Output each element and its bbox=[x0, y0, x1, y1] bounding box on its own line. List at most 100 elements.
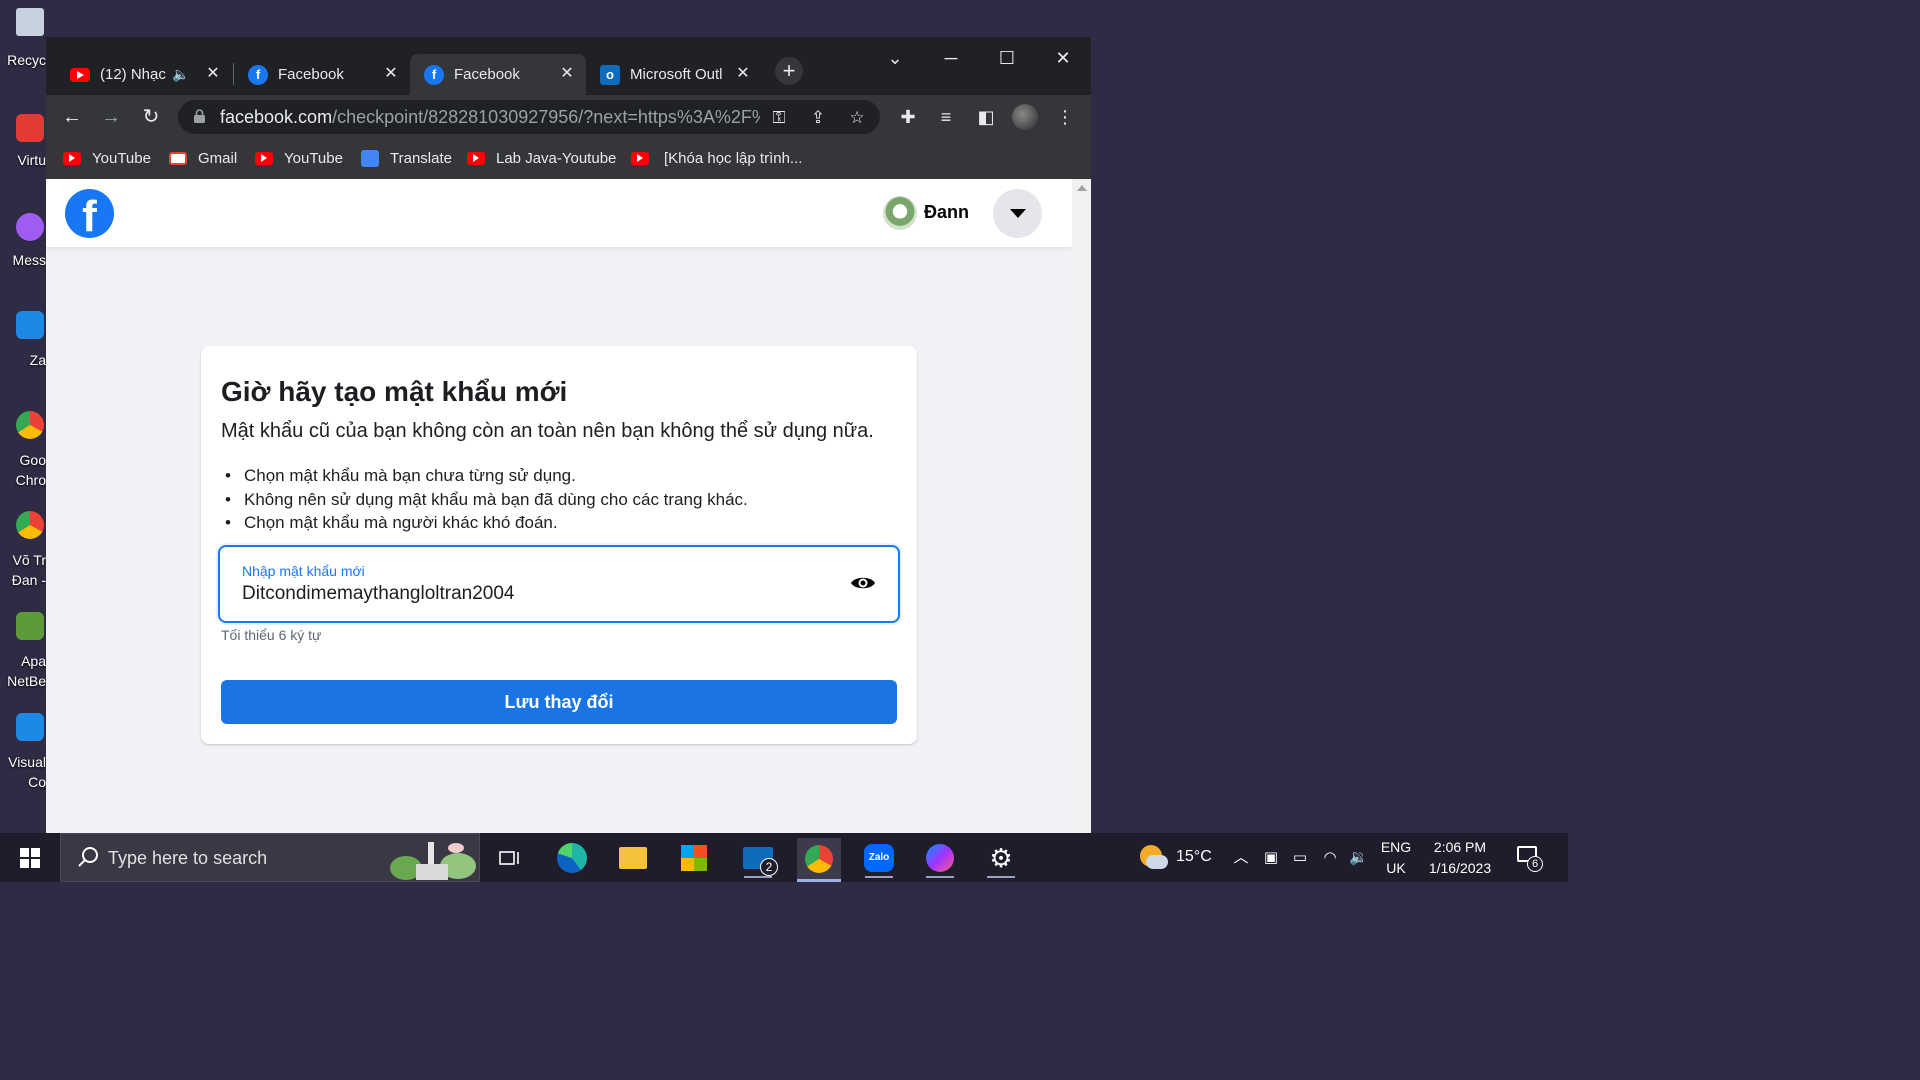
desktop-icon-recycle-bin[interactable]: Recyc bbox=[0, 4, 46, 74]
settings-gear-icon[interactable]: ⚙ bbox=[979, 838, 1023, 878]
password-hint: Tối thiểu 6 ký tự bbox=[221, 627, 322, 643]
running-indicator bbox=[987, 876, 1015, 878]
bookmark-lab-java[interactable]: Lab Java-Youtube bbox=[467, 147, 616, 169]
audio-icon[interactable]: 🔈 bbox=[172, 66, 189, 83]
youtube-icon bbox=[63, 151, 81, 165]
close-icon[interactable]: ✕ bbox=[734, 65, 752, 83]
share-icon[interactable]: ⇪ bbox=[805, 105, 831, 131]
bookmark-youtube-2[interactable]: YouTube bbox=[255, 147, 343, 169]
show-hidden-icons-chevron-icon[interactable]: ︿ bbox=[1232, 849, 1250, 867]
task-view-icon[interactable] bbox=[488, 838, 532, 878]
facebook-icon: f bbox=[248, 64, 268, 85]
address-bar[interactable]: facebook.com/checkpoint/828281030927956/… bbox=[178, 100, 880, 134]
desktop-icon-netbeans[interactable]: Apa NetBe bbox=[0, 606, 46, 696]
new-password-card: Giờ hãy tạo mật khẩu mới Mật khẩu cũ của… bbox=[201, 346, 917, 744]
bookmark-gmail[interactable]: Gmail bbox=[169, 147, 237, 169]
chrome-icon bbox=[16, 411, 44, 439]
close-icon[interactable]: ✕ bbox=[204, 65, 222, 83]
chrome-taskbar-icon[interactable] bbox=[797, 838, 841, 882]
media-control-icon[interactable]: ≡ bbox=[932, 103, 960, 131]
forward-icon[interactable]: → bbox=[97, 103, 125, 131]
tab-title: (12) Nhạc C bbox=[100, 66, 166, 83]
star-icon[interactable]: ☆ bbox=[844, 105, 870, 131]
more-menu-icon[interactable]: ⋮ bbox=[1051, 103, 1079, 131]
file-explorer-icon[interactable] bbox=[611, 838, 655, 878]
back-icon[interactable]: ← bbox=[58, 103, 86, 131]
tab-facebook-1[interactable]: f Facebook ✕ bbox=[234, 54, 410, 95]
wifi-icon[interactable]: ◠ bbox=[1321, 849, 1339, 867]
desktop-icon-label: Goo bbox=[19, 452, 46, 468]
key-icon[interactable]: ⚿ bbox=[766, 105, 792, 131]
battery-icon[interactable]: ▭ bbox=[1291, 849, 1309, 867]
extensions-icon[interactable]: ✚ bbox=[894, 103, 922, 131]
running-indicator bbox=[926, 876, 954, 878]
running-indicator bbox=[744, 876, 772, 878]
messenger-icon bbox=[16, 213, 44, 241]
maximize-button[interactable]: ☐ bbox=[987, 43, 1027, 73]
weather-temp[interactable]: 15°C bbox=[1176, 848, 1212, 866]
side-panel-icon[interactable]: ◧ bbox=[972, 103, 1000, 131]
meet-now-icon[interactable]: ▣ bbox=[1262, 849, 1280, 867]
zalo-taskbar-icon[interactable]: Zalo bbox=[857, 838, 901, 878]
desktop-icon-label: Visual bbox=[8, 754, 46, 770]
microsoft-store-icon[interactable] bbox=[672, 838, 716, 878]
desktop-icon-chrome-profile[interactable]: Võ Tr Đan - bbox=[0, 505, 46, 595]
zalo-icon bbox=[16, 311, 44, 339]
profile-avatar[interactable] bbox=[1012, 104, 1038, 130]
show-password-eye-icon[interactable] bbox=[850, 573, 876, 593]
edge-icon[interactable] bbox=[550, 838, 594, 878]
youtube-icon bbox=[467, 151, 485, 165]
windows-start-icon[interactable] bbox=[20, 848, 40, 868]
new-tab-button[interactable]: + bbox=[775, 57, 803, 85]
bookmark-label: YouTube bbox=[284, 149, 343, 167]
desktop-icon-label-line2: Đan - bbox=[11, 572, 46, 588]
close-icon[interactable]: ✕ bbox=[382, 65, 400, 83]
password-field-label: Nhập mật khẩu mới bbox=[242, 563, 365, 579]
tab-title: Facebook bbox=[278, 66, 344, 83]
desktop-icon-zalo[interactable]: Za bbox=[0, 305, 46, 375]
tab-facebook-active[interactable]: f Facebook ✕ bbox=[410, 54, 586, 95]
gmail-icon bbox=[169, 151, 187, 165]
browser-toolbar: ← → ↻ facebook.com/checkpoint/8282810309… bbox=[46, 95, 1091, 139]
bookmark-khoa-hoc[interactable]: [Khóa học lập trình... bbox=[631, 147, 802, 169]
tab-outlook[interactable]: o Microsoft Outl ✕ bbox=[586, 54, 762, 95]
new-password-field[interactable]: Nhập mật khẩu mới Ditcondimemaythanglolt… bbox=[218, 545, 900, 623]
notification-center-icon[interactable]: 6 bbox=[1517, 846, 1543, 872]
reload-icon[interactable]: ↻ bbox=[137, 103, 165, 131]
user-name[interactable]: Đann bbox=[924, 202, 969, 223]
save-changes-button[interactable]: Lưu thay đổi bbox=[221, 680, 897, 724]
scroll-up-arrow-icon[interactable] bbox=[1077, 185, 1087, 191]
bookmark-youtube[interactable]: YouTube bbox=[63, 147, 151, 169]
weather-icon[interactable] bbox=[1140, 845, 1168, 869]
chrome-icon bbox=[16, 511, 44, 539]
close-icon[interactable]: ✕ bbox=[558, 65, 576, 83]
close-window-button[interactable]: ✕ bbox=[1043, 43, 1083, 73]
desktop-icon-label: Apa bbox=[21, 653, 46, 669]
taskbar-search[interactable]: Type here to search bbox=[60, 833, 480, 882]
search-placeholder: Type here to search bbox=[108, 848, 268, 868]
desktop-icon-messenger[interactable]: Mess bbox=[0, 205, 46, 275]
clock[interactable]: 2:06 PM 1/16/2023 bbox=[1410, 837, 1510, 879]
desktop-icon-virtualbox[interactable]: Virtu bbox=[0, 104, 46, 174]
volume-icon[interactable]: 🔉 bbox=[1349, 849, 1368, 867]
url-host: facebook.com bbox=[220, 107, 333, 127]
bookmark-label: YouTube bbox=[92, 149, 151, 167]
desktop-icon-label: Recyc bbox=[7, 52, 46, 68]
lock-icon bbox=[194, 109, 205, 123]
account-menu-button[interactable] bbox=[993, 189, 1042, 238]
scrollbar[interactable] bbox=[1072, 179, 1091, 833]
tab-search-icon[interactable]: ⌄ bbox=[875, 43, 915, 73]
bookmark-translate[interactable]: Translate bbox=[361, 147, 452, 169]
taskbar: Type here to search 2 Zalo ⚙ 15°C ︿ ▣ ▭ … bbox=[0, 833, 1568, 882]
password-input[interactable]: Ditcondimemaythangloltran2004 bbox=[242, 583, 515, 605]
desktop-icon-vscode[interactable]: Visual Co bbox=[0, 707, 46, 797]
messenger-taskbar-icon[interactable] bbox=[918, 838, 962, 878]
desktop-icon-chrome[interactable]: Goo Chro bbox=[0, 405, 46, 495]
tab-youtube[interactable]: (12) Nhạc C 🔈 ✕ bbox=[56, 54, 232, 95]
mail-icon[interactable]: 2 bbox=[736, 838, 780, 878]
minimize-button[interactable]: ─ bbox=[931, 43, 971, 73]
running-indicator bbox=[865, 876, 893, 878]
avatar[interactable] bbox=[883, 196, 917, 230]
tab-title: Facebook bbox=[454, 66, 520, 83]
facebook-logo-icon[interactable]: f bbox=[65, 189, 114, 238]
